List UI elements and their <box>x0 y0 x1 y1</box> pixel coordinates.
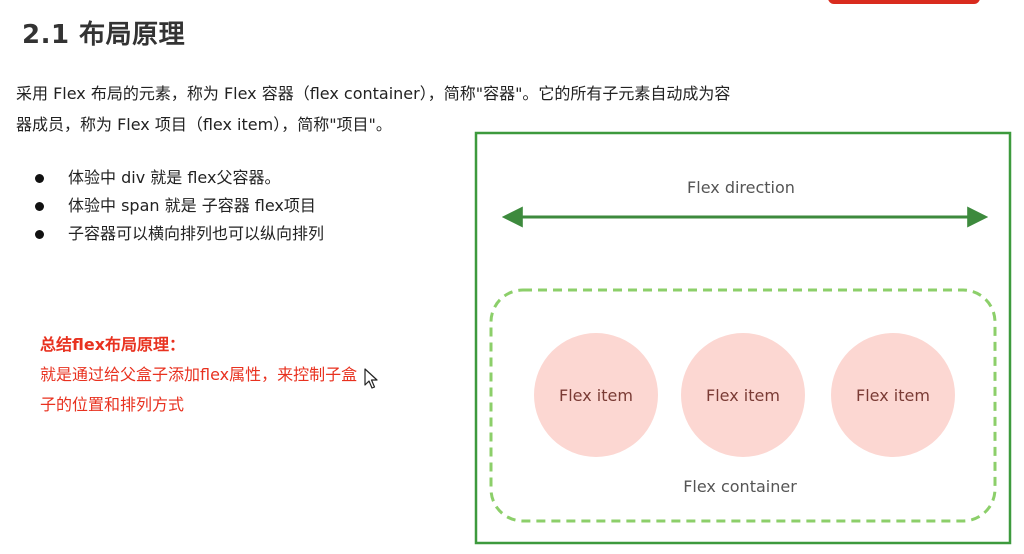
bullet-dot-icon <box>35 173 44 183</box>
bullet-item: 体验中 div 就是 flex父容器。 <box>32 164 324 192</box>
summary-line-1: 就是通过给父盒子添加flex属性，来控制子盒 <box>40 365 358 384</box>
mouse-pointer-icon <box>364 368 378 389</box>
bullet-item: 体验中 span 就是 子容器 flex项目 <box>32 192 324 220</box>
bullet-text: 体验中 span 就是 子容器 flex项目 <box>68 196 316 215</box>
bullet-list: 体验中 div 就是 flex父容器。 体验中 span 就是 子容器 flex… <box>32 164 324 248</box>
summary-line-2: 子的位置和排列方式 <box>40 395 185 414</box>
flex-diagram-svg: Flex direction Flex item Flex item Flex … <box>474 131 1012 545</box>
top-red-tab <box>828 0 980 4</box>
flex-item-label: Flex item <box>706 386 780 405</box>
bullet-text: 体验中 div 就是 flex父容器。 <box>68 168 281 187</box>
summary-block: 总结flex布局原理： 就是通过给父盒子添加flex属性，来控制子盒 子的位置和… <box>40 330 400 420</box>
flex-direction-label: Flex direction <box>687 178 795 197</box>
flex-item-label: Flex item <box>856 386 930 405</box>
flex-container-label: Flex container <box>683 477 797 496</box>
slide-page: 2.1 布局原理 采用 Flex 布局的元素，称为 Flex 容器（flex c… <box>0 0 1024 554</box>
bullet-dot-icon <box>35 229 44 239</box>
bullet-text: 子容器可以横向排列也可以纵向排列 <box>68 224 325 243</box>
bullet-item: 子容器可以横向排列也可以纵向排列 <box>32 220 324 248</box>
intro-line-1: 采用 Flex 布局的元素，称为 Flex 容器（flex container）… <box>16 84 731 103</box>
flex-diagram: Flex direction Flex item Flex item Flex … <box>474 131 1012 545</box>
bullet-dot-icon <box>35 201 44 211</box>
summary-title: 总结flex布局原理： <box>40 335 186 354</box>
flex-item-label: Flex item <box>559 386 633 405</box>
slide-title: 2.1 布局原理 <box>22 20 186 50</box>
